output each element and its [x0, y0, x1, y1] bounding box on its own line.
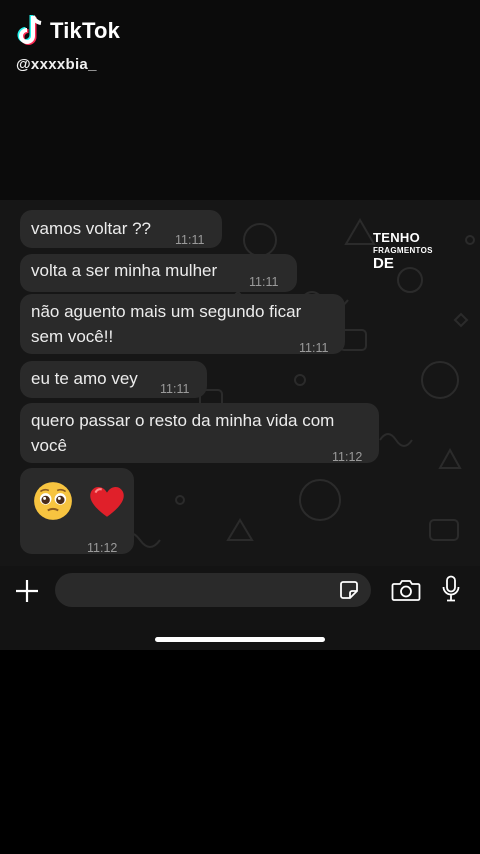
message-time: 11:11 — [249, 275, 279, 289]
pleading-face-icon — [34, 482, 72, 520]
tiktok-logo: TikTok — [16, 14, 120, 48]
message-text: eu te amo vey — [31, 369, 138, 388]
message-text: volta a ser minha mulher — [31, 261, 218, 280]
message-time: 11:11 — [160, 382, 190, 396]
tiktok-wordmark: TikTok — [50, 18, 121, 43]
message-time: 11:11 — [299, 341, 329, 355]
home-indicator[interactable] — [155, 637, 325, 642]
message-input-field[interactable] — [55, 573, 371, 607]
message-text-line-2: sem você!! — [31, 327, 114, 346]
tiktok-note-icon — [17, 15, 42, 45]
message-text: vamos voltar ?? — [31, 219, 151, 238]
overlay-line-1: TENHO — [373, 230, 420, 245]
message-text-line-2: você — [31, 436, 67, 455]
video-overlay-text: TENHO FRAGMENTOS DE — [373, 231, 433, 271]
message-bubble[interactable]: não aguento mais um segundo ficar sem vo… — [20, 294, 345, 355]
red-heart-icon — [90, 486, 124, 517]
message-bubble[interactable]: vamos voltar ?? 11:11 — [20, 210, 222, 248]
chat-area[interactable]: TENHO FRAGMENTOS DE vamos voltar ?? 11:1… — [0, 200, 480, 566]
camera-icon[interactable] — [391, 578, 421, 602]
video-letterbox-bottom — [0, 650, 480, 854]
message-bubble[interactable]: volta a ser minha mulher 11:11 — [20, 254, 297, 292]
message-input-bar — [0, 566, 480, 650]
message-bubble-emoji[interactable]: 🥹 ❤️ 11:12 — [20, 468, 134, 555]
microphone-icon[interactable] — [441, 575, 461, 603]
tiktok-username: @xxxxbia_ — [16, 56, 97, 73]
message-time: 11:12 — [87, 541, 118, 555]
message-time: 11:11 — [175, 233, 205, 247]
message-text-line-1: não aguento mais um segundo ficar — [31, 302, 302, 321]
message-time: 11:12 — [332, 450, 363, 464]
sticker-icon[interactable] — [339, 580, 359, 600]
overlay-line-3: DE — [373, 255, 394, 272]
message-text-line-1: quero passar o resto da minha vida com — [31, 411, 335, 430]
emoji-row: 🥹 ❤️ — [32, 480, 128, 522]
message-bubble[interactable]: quero passar o resto da minha vida com v… — [20, 403, 379, 464]
plus-icon[interactable] — [14, 578, 40, 604]
message-bubble[interactable]: eu te amo vey 11:11 — [20, 361, 207, 398]
overlay-line-2: FRAGMENTOS — [373, 246, 433, 255]
